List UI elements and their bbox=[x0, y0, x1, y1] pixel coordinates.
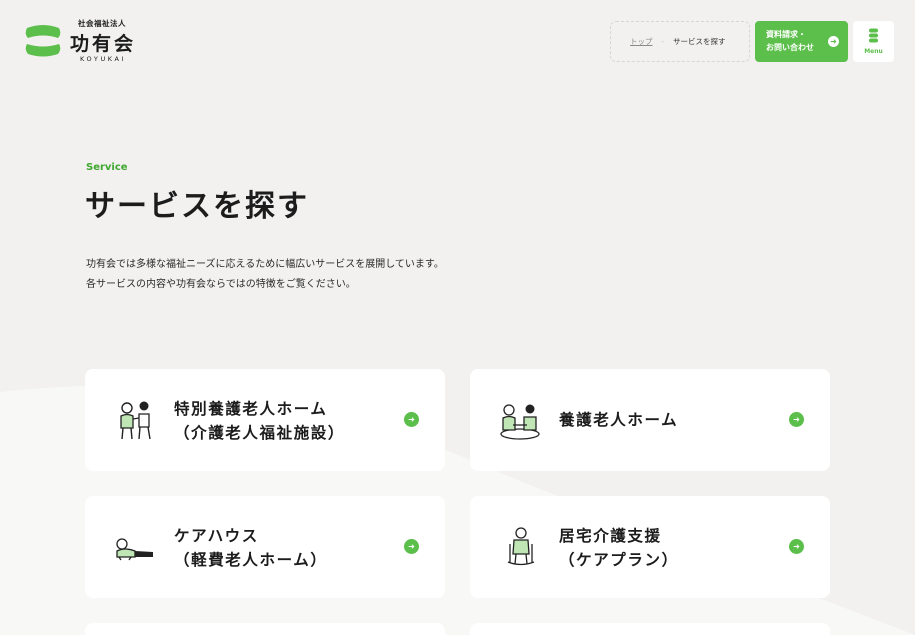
logo-name: 功有会 bbox=[70, 33, 137, 55]
service-card-title: ケアハウス （軽費老人ホーム） bbox=[174, 524, 327, 572]
menu-button[interactable]: Menu bbox=[853, 21, 894, 62]
service-card-tokuyou[interactable]: 特別養護老人ホーム （介護老人福祉施設） ➜ bbox=[85, 369, 445, 471]
site-header: 社会福祉法人 功有会 KOYUKAI トップ - サービスを探す 資料請求・ お… bbox=[0, 0, 915, 80]
logo-romanized: KOYUKAI bbox=[80, 55, 127, 63]
intro-text: 功有会では多様な福祉ニーズに応えるために幅広いサービスを展開しています。 各サー… bbox=[86, 255, 444, 295]
intro-line-2: 各サービスの内容や功有会ならではの特徴をご覧ください。 bbox=[86, 279, 356, 290]
service-card-kyotaku[interactable]: 居宅介護支援 （ケアプラン） ➜ bbox=[470, 496, 830, 598]
logo-mark-icon bbox=[25, 25, 61, 57]
service-card-next[interactable] bbox=[85, 623, 445, 635]
service-card-next[interactable] bbox=[470, 623, 830, 635]
service-card-title-line-1: 特別養護老人ホーム bbox=[174, 400, 328, 418]
site-logo[interactable]: 社会福祉法人 功有会 KOYUKAI bbox=[24, 16, 154, 66]
section-label: Service bbox=[86, 162, 128, 173]
breadcrumb-current: サービスを探す bbox=[673, 37, 726, 46]
breadcrumb-home-link[interactable]: トップ bbox=[630, 36, 653, 47]
service-card-title-line-1: 養護老人ホーム bbox=[559, 411, 679, 429]
service-card-yougo[interactable]: 養護老人ホーム ➜ bbox=[470, 369, 830, 471]
menu-label: Menu bbox=[864, 48, 883, 55]
arrow-right-circle-icon: ➜ bbox=[404, 412, 419, 427]
service-card-care-house[interactable]: ケアハウス （軽費老人ホーム） ➜ bbox=[85, 496, 445, 598]
arrow-right-circle-icon: ➜ bbox=[404, 539, 419, 554]
service-card-title-line-1: 居宅介護支援 bbox=[559, 527, 662, 545]
arrow-right-circle-icon: ➜ bbox=[789, 412, 804, 427]
service-card-title-line-2: （介護老人福祉施設） bbox=[174, 424, 346, 442]
breadcrumb: トップ - サービスを探す bbox=[610, 21, 750, 62]
elderly-walking-illustration-icon bbox=[120, 401, 151, 440]
service-card-title: 特別養護老人ホーム （介護老人福祉施設） bbox=[174, 397, 345, 445]
service-card-title: 居宅介護支援 （ケアプラン） bbox=[559, 524, 679, 572]
intro-line-1: 功有会では多様な福祉ニーズに応えるために幅広いサービスを展開しています。 bbox=[86, 259, 444, 270]
elderly-resting-illustration-icon bbox=[116, 538, 153, 561]
service-card-title-line-2: （軽費老人ホーム） bbox=[174, 551, 328, 569]
service-card-title-line-1: ケアハウス bbox=[174, 527, 259, 545]
menu-icon bbox=[869, 28, 878, 43]
elderly-chair-illustration-icon bbox=[507, 527, 535, 566]
breadcrumb-separator: - bbox=[661, 37, 665, 46]
logo-org-type: 社会福祉法人 bbox=[78, 19, 126, 28]
service-card-title-line-2: （ケアプラン） bbox=[559, 551, 679, 569]
service-card-title: 養護老人ホーム bbox=[559, 408, 678, 432]
contact-button[interactable]: 資料請求・ お問い合わせ ➜ bbox=[755, 21, 848, 62]
page-title: サービスを探す bbox=[85, 189, 309, 224]
arrow-right-circle-icon: ➜ bbox=[789, 539, 804, 554]
arrow-right-circle-icon: ➜ bbox=[828, 36, 839, 47]
elderly-table-illustration-icon bbox=[500, 404, 540, 440]
contact-button-label-1: 資料請求・ bbox=[766, 30, 806, 39]
